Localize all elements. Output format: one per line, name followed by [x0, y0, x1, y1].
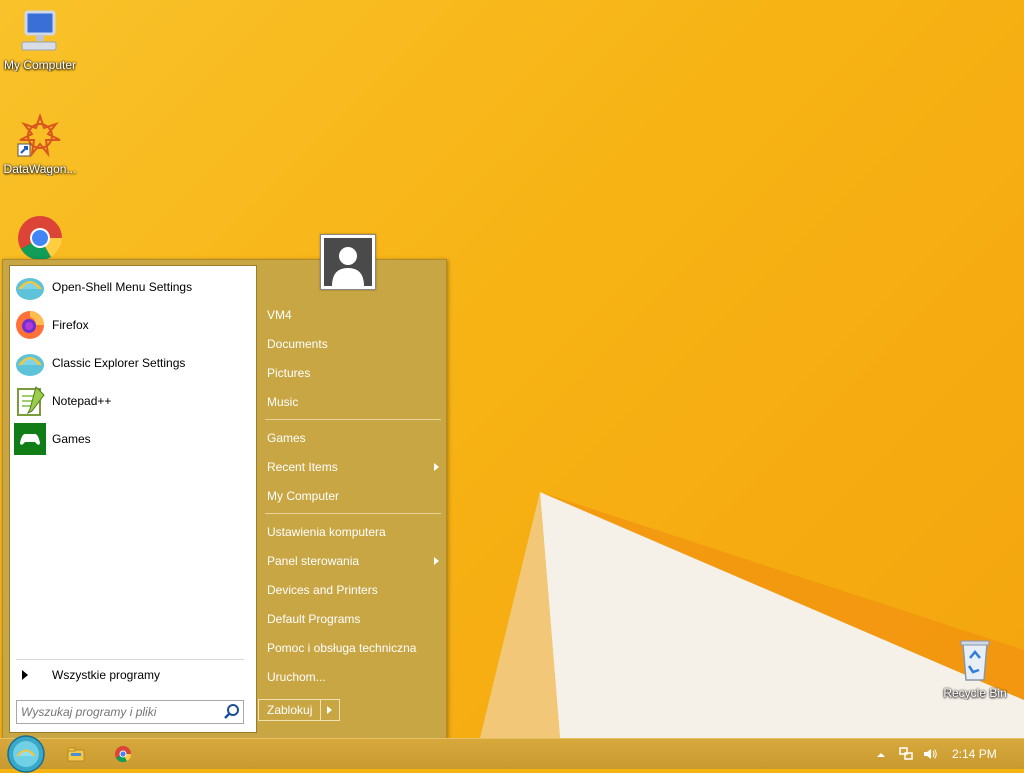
program-label: Open-Shell Menu Settings — [52, 280, 193, 294]
chrome-icon — [16, 214, 64, 262]
desktop-icon-label: Recycle Bin — [943, 686, 1007, 700]
all-programs-label: Wszystkie programy — [52, 668, 161, 682]
menu-divider — [265, 513, 441, 514]
notepad-plus-plus-icon — [17, 386, 45, 416]
menu-item-recent-items[interactable]: Recent Items — [265, 455, 445, 479]
desktop-icon-chrome[interactable] — [0, 214, 80, 264]
network-icon[interactable] — [898, 746, 914, 762]
all-programs-button[interactable]: Wszystkie programy — [16, 664, 246, 686]
menu-item-default-programs[interactable]: Default Programs — [265, 607, 445, 631]
desktop-icon-recycle-bin[interactable]: Recycle Bin — [935, 636, 1015, 700]
all-programs-divider — [16, 659, 244, 660]
start-menu: Open-Shell Menu Settings Firefox Classic… — [2, 259, 447, 739]
program-label: Classic Explorer Settings — [52, 356, 186, 370]
menu-item-pictures[interactable]: Pictures — [265, 361, 445, 385]
desktop-icon-label: My Computer — [3, 58, 77, 72]
search-icon[interactable] — [223, 703, 241, 721]
open-shell-icon — [16, 354, 44, 376]
program-label: Games — [52, 432, 91, 446]
desktop-icon-datawagon[interactable]: DataWagon... — [0, 112, 80, 176]
program-open-shell-settings[interactable]: Open-Shell Menu Settings — [14, 270, 250, 304]
user-avatar-icon — [324, 238, 372, 286]
chevron-right-icon — [327, 706, 333, 714]
start-button[interactable] — [7, 735, 45, 773]
menu-item-user-folder[interactable]: VM4 — [265, 303, 445, 327]
lock-button-group: Zablokuj — [258, 699, 341, 721]
datawagon-icon — [16, 112, 64, 160]
submenu-arrow-icon — [434, 463, 439, 471]
firefox-icon — [16, 311, 44, 339]
search-box — [16, 700, 244, 724]
menu-item-help-and-support[interactable]: Pomoc i obsługa techniczna — [265, 636, 445, 660]
menu-item-documents[interactable]: Documents — [265, 332, 445, 356]
user-picture[interactable] — [320, 234, 376, 290]
menu-item-games[interactable]: Games — [265, 426, 445, 450]
show-hidden-icons-icon[interactable] — [875, 749, 887, 761]
volume-icon[interactable] — [922, 746, 938, 762]
desktop-icon-my-computer[interactable]: My Computer — [0, 8, 80, 72]
menu-item-music[interactable]: Music — [265, 390, 445, 414]
menu-item-run[interactable]: Uruchom... — [265, 665, 445, 689]
file-explorer-icon[interactable] — [66, 744, 86, 764]
recycle-bin-icon — [951, 636, 999, 684]
open-shell-icon — [16, 278, 44, 300]
program-label: Firefox — [52, 318, 89, 332]
taskbar-clock[interactable]: 2:14 PM — [952, 747, 997, 761]
menu-item-my-computer[interactable]: My Computer — [265, 484, 445, 508]
menu-item-ustawienia-komputera[interactable]: Ustawienia komputera — [265, 520, 445, 544]
program-games[interactable]: Games — [14, 422, 250, 456]
games-controller-icon — [14, 423, 46, 455]
submenu-arrow-icon — [434, 557, 439, 565]
menu-item-devices-and-printers[interactable]: Devices and Printers — [265, 578, 445, 602]
desktop-icon-label: DataWagon... — [3, 162, 77, 176]
menu-item-label: Panel sterowania — [267, 554, 360, 568]
expand-arrow-icon — [22, 670, 28, 680]
chrome-icon[interactable] — [113, 744, 133, 764]
computer-icon — [16, 8, 64, 56]
program-firefox[interactable]: Firefox — [14, 308, 250, 342]
search-input[interactable] — [19, 702, 219, 722]
menu-item-label: Recent Items — [267, 460, 338, 474]
shutdown-options-button[interactable] — [321, 699, 341, 721]
program-label: Notepad++ — [52, 394, 112, 408]
start-menu-programs-pane: Open-Shell Menu Settings Firefox Classic… — [9, 265, 257, 733]
taskbar: 2:14 PM — [0, 735, 1024, 773]
program-classic-explorer-settings[interactable]: Classic Explorer Settings — [14, 346, 250, 380]
menu-item-panel-sterowania[interactable]: Panel sterowania — [265, 549, 445, 573]
program-notepad-plus-plus[interactable]: Notepad++ — [14, 384, 250, 418]
menu-divider — [265, 419, 441, 420]
lock-button[interactable]: Zablokuj — [258, 699, 322, 721]
